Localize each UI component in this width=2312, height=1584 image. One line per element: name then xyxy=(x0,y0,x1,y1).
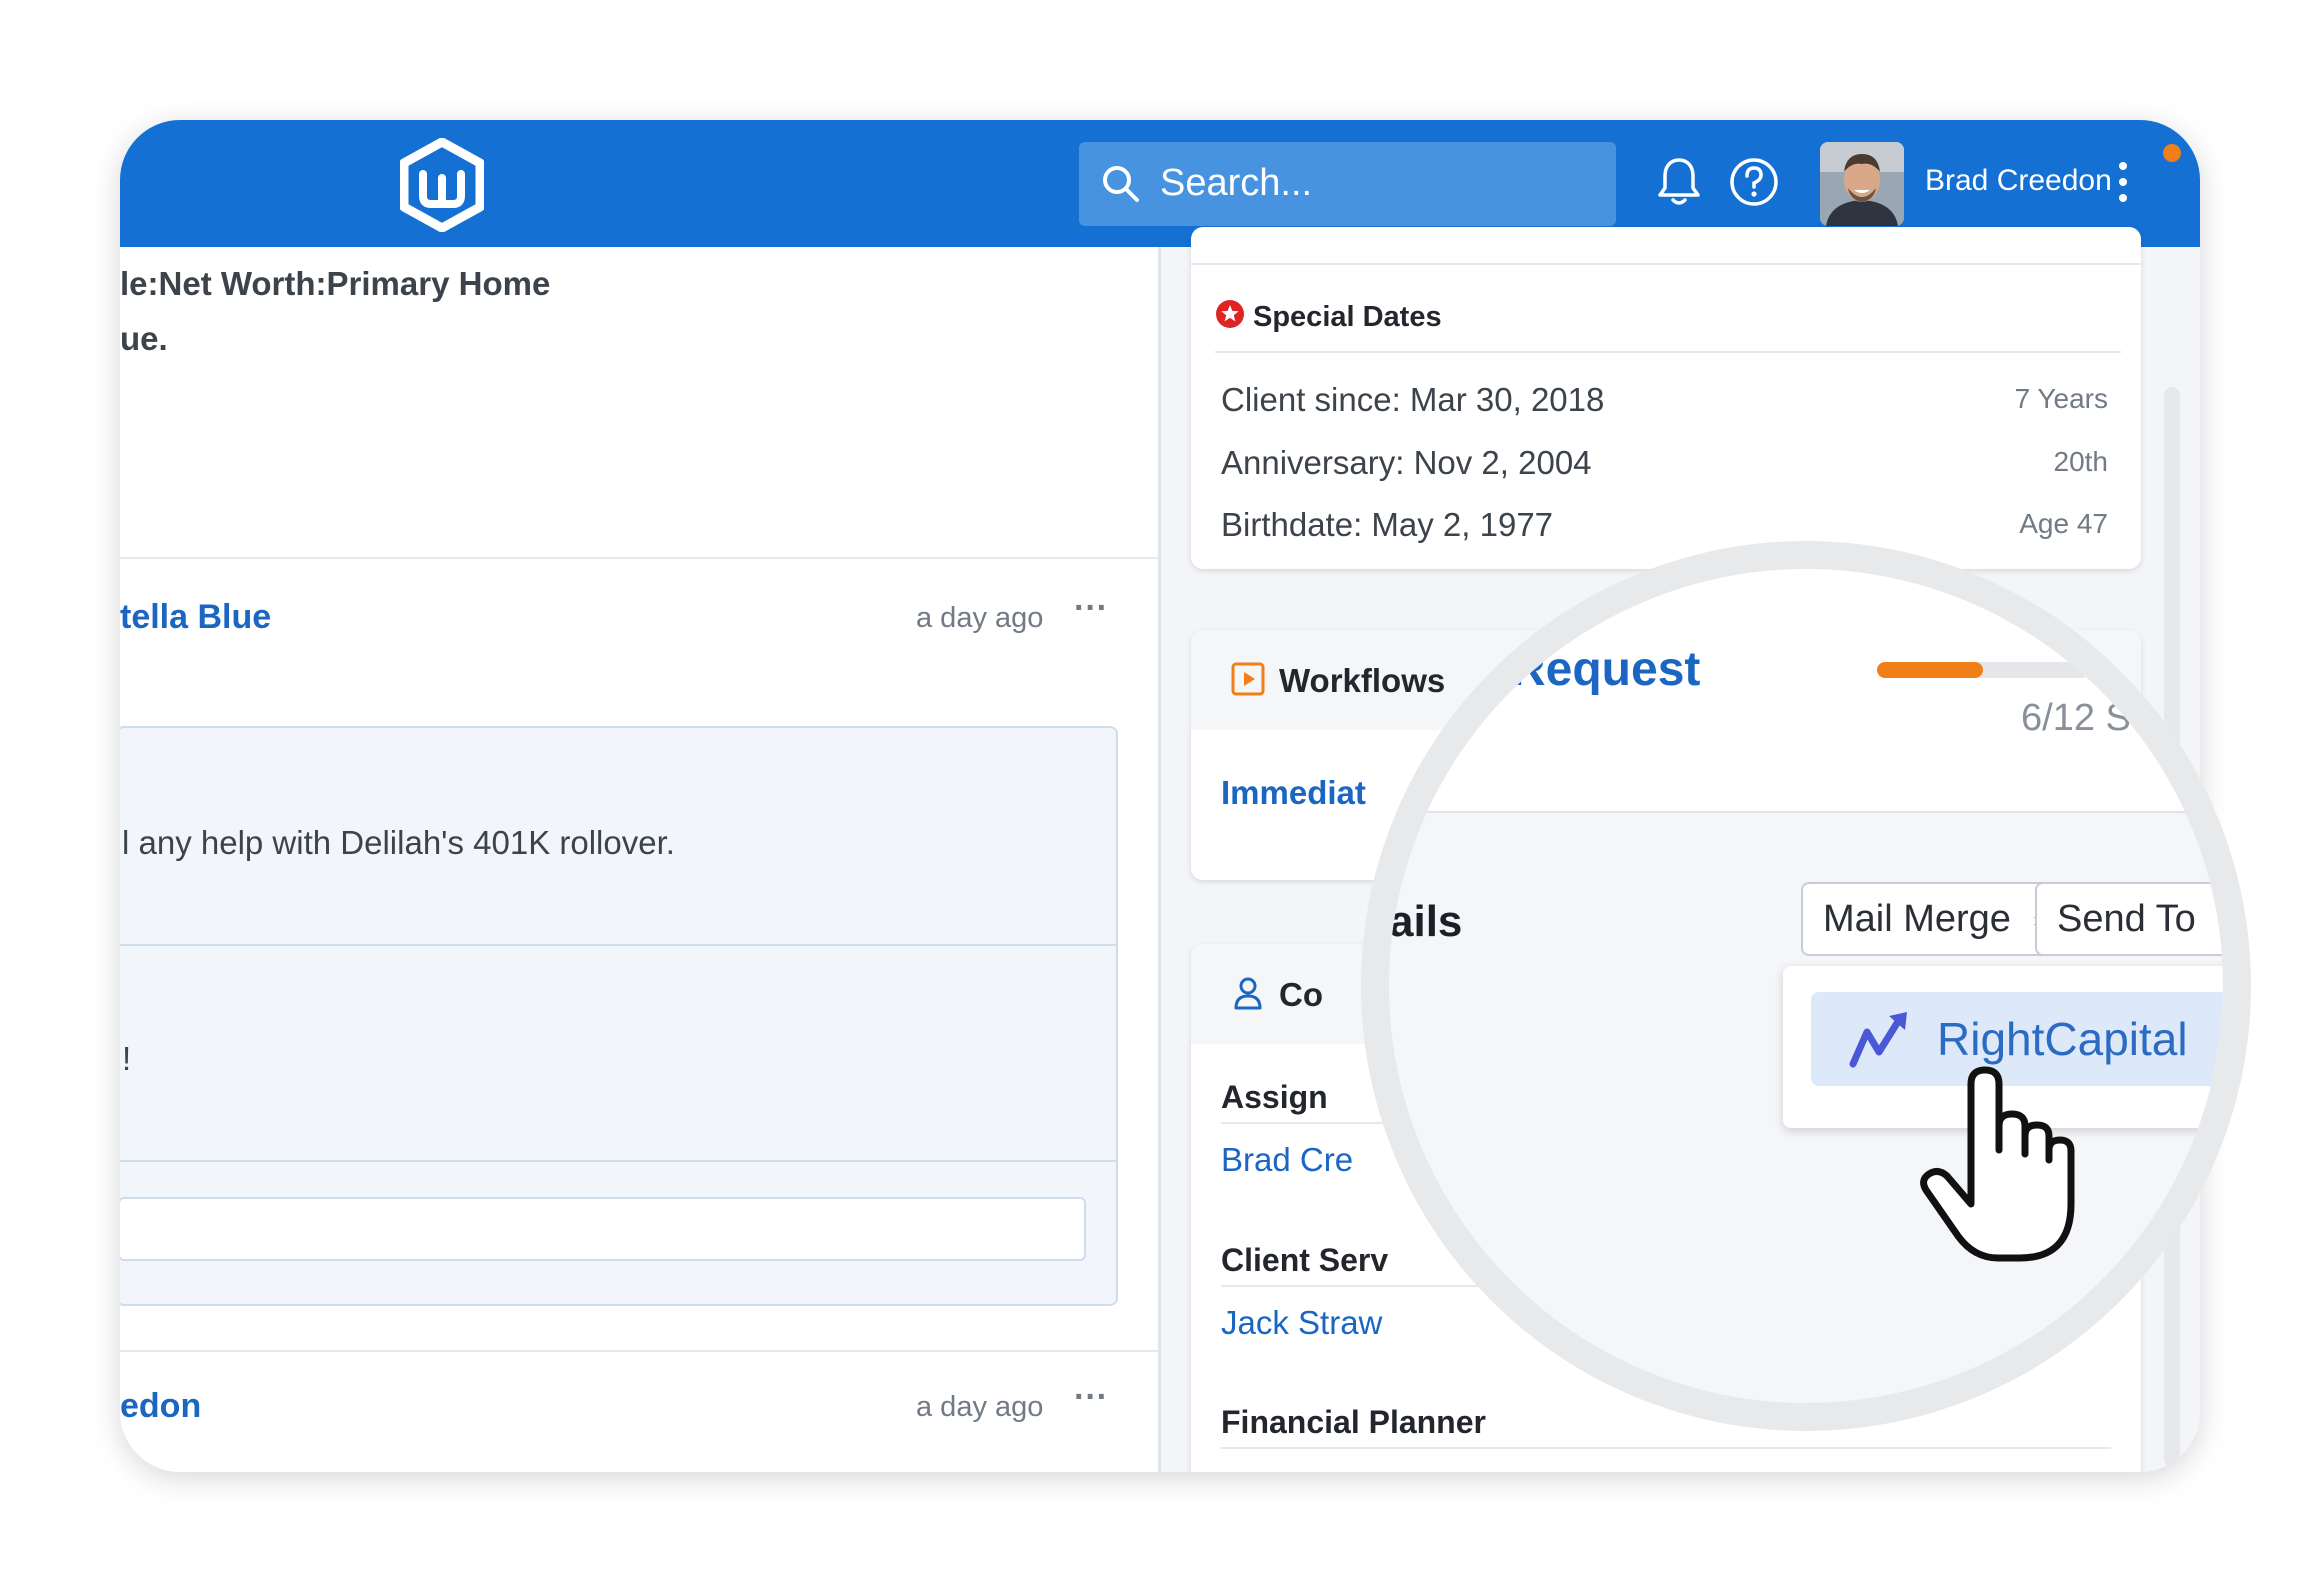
assigned-value-link[interactable]: Brad Cre xyxy=(1221,1141,1353,1179)
progress-bar xyxy=(1877,662,2089,678)
divider xyxy=(1221,1447,2111,1449)
app-logo-icon[interactable] xyxy=(399,137,485,237)
reply-message: ! xyxy=(122,1040,132,1077)
divider xyxy=(120,557,1158,559)
anniversary-label: Anniversary: Nov 2, 2004 xyxy=(1221,444,1592,481)
special-dates-card: Special Dates Client since: Mar 30, 2018… xyxy=(1191,227,2141,569)
note-message: l any help with Delilah's 401K rollover. xyxy=(122,824,675,861)
divider xyxy=(120,1350,1158,1352)
financial-planner-label: Financial Planner xyxy=(1221,1404,1486,1440)
send-to-button[interactable]: Send To xyxy=(2035,882,2223,956)
workflow-item[interactable]: Immediat xyxy=(1221,774,1366,812)
client-since-label: Client since: Mar 30, 2018 xyxy=(1221,381,1605,418)
search-bar[interactable]: Search... xyxy=(1079,142,1616,226)
help-icon[interactable] xyxy=(1728,154,1780,215)
request-title[interactable]: Request xyxy=(1511,642,1700,697)
progress-fill xyxy=(1877,662,1983,678)
note-thread-box: l any help with Delilah's 401K rollover.… xyxy=(120,726,1118,1306)
send-to-label: Send To xyxy=(2057,898,2196,940)
more-vertical-icon[interactable] xyxy=(2116,160,2130,209)
magnifier-lens: Request 6/12 St ails Mail Merge Send To … xyxy=(1361,541,2251,1431)
client-service-value-link[interactable]: Jack Straw xyxy=(1221,1304,1382,1342)
caret-down-icon xyxy=(2222,914,2223,916)
breadcrumb: le:Net Worth:Primary Home xyxy=(120,265,551,302)
activity-feed: le:Net Worth:Primary Home ue. tella Blue… xyxy=(120,247,1158,1472)
client-since-value: 7 Years xyxy=(2014,383,2108,414)
client-service-label: Client Serv xyxy=(1221,1242,1389,1278)
search-icon xyxy=(1099,162,1143,211)
notification-dot xyxy=(2163,144,2181,162)
divider xyxy=(1215,351,2121,353)
bell-icon[interactable] xyxy=(1656,154,1702,213)
more-horizontal-icon[interactable]: ··· xyxy=(1074,1378,1108,1417)
note-timestamp: a day ago xyxy=(916,1391,1044,1423)
card-title: Special Dates xyxy=(1253,301,1442,333)
note-timestamp: a day ago xyxy=(916,602,1044,634)
divider xyxy=(120,1160,1116,1162)
rightcapital-logo-icon xyxy=(1849,1010,1913,1075)
play-square-icon xyxy=(1231,662,1265,701)
birthdate-label: Birthdate: May 2, 1977 xyxy=(1221,506,1554,543)
divider xyxy=(1389,811,2223,813)
birthdate-value: Age 47 xyxy=(2019,508,2108,539)
search-input[interactable]: Search... xyxy=(1160,162,1312,205)
user-icon xyxy=(1233,976,1263,1015)
avatar[interactable] xyxy=(1820,142,1904,226)
star-badge-icon xyxy=(1215,299,1245,334)
user-name[interactable]: Brad Creedon xyxy=(1925,164,2112,198)
reply-input[interactable] xyxy=(120,1197,1086,1261)
assigned-label: Assign xyxy=(1221,1079,1328,1115)
divider xyxy=(120,944,1116,946)
note-author[interactable]: edon xyxy=(120,1387,201,1426)
note-author[interactable]: tella Blue xyxy=(120,598,271,637)
divider xyxy=(1191,263,2141,265)
progress-text: 6/12 St xyxy=(2021,697,2142,739)
feed-text-line: ue. xyxy=(120,320,168,357)
hand-cursor-icon xyxy=(1916,1064,2086,1269)
dropdown-item-label: RightCapital xyxy=(1937,1013,2188,1065)
anniversary-value: 20th xyxy=(2053,446,2109,477)
more-horizontal-icon[interactable]: ··· xyxy=(1074,589,1108,628)
card-title: Co xyxy=(1279,976,1323,1013)
mail-merge-label: Mail Merge xyxy=(1823,898,2011,940)
section-title: ails xyxy=(1389,897,1463,946)
